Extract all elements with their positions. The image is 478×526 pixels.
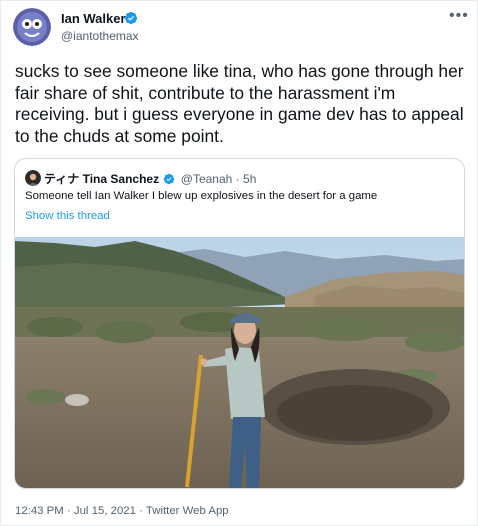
separator-dot: · bbox=[235, 172, 240, 186]
author-avatar[interactable] bbox=[13, 8, 51, 46]
quoted-author-handle[interactable]: @Teanah bbox=[181, 172, 233, 186]
author-name[interactable]: Ian Walker bbox=[61, 11, 126, 26]
more-options-icon[interactable]: ••• bbox=[449, 7, 469, 25]
verified-badge-icon bbox=[164, 173, 175, 185]
tweet-date[interactable]: Jul 15, 2021 bbox=[74, 505, 136, 517]
tweet-time[interactable]: 12:43 PM bbox=[15, 505, 64, 517]
quoted-tweet[interactable]: ティナ Tina Sanchez @Teanah · 5h Someone te… bbox=[14, 158, 465, 489]
author-handle[interactable]: @iantothemax bbox=[61, 29, 139, 43]
quoted-timestamp[interactable]: 5h bbox=[243, 172, 256, 186]
verified-badge-icon bbox=[124, 11, 138, 25]
quoted-author-name[interactable]: ティナ Tina Sanchez bbox=[44, 172, 159, 186]
tweet-meta: 12:43 PM · Jul 15, 2021 · Twitter Web Ap… bbox=[15, 505, 229, 517]
tweet-source[interactable]: Twitter Web App bbox=[146, 505, 229, 517]
separator-dot: · bbox=[66, 505, 71, 517]
quoted-tweet-photo[interactable] bbox=[15, 237, 465, 489]
separator-dot: · bbox=[139, 505, 143, 517]
quoted-tweet-text: Someone tell Ian Walker I blew up explos… bbox=[25, 190, 378, 202]
tweet-container: Ian Walker @iantothemax ••• sucks to see… bbox=[0, 0, 478, 526]
show-thread-link[interactable]: Show this thread bbox=[25, 210, 110, 222]
quoted-author-line: ティナ Tina Sanchez @Teanah · 5h bbox=[44, 170, 256, 187]
quoted-author-avatar[interactable] bbox=[25, 170, 41, 186]
tweet-text: sucks to see someone like tina, who has … bbox=[15, 61, 464, 146]
